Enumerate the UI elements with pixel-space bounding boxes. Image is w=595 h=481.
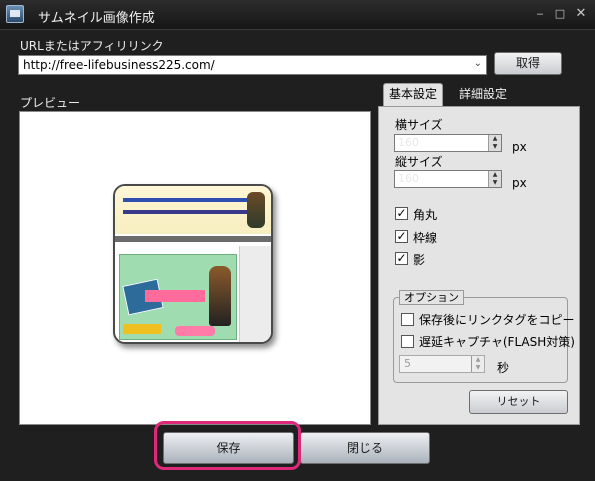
options-title: オプション [399, 290, 464, 305]
title-bar: サムネイル画像作成 ‒ □ ✕ [0, 0, 595, 30]
close-button[interactable]: 閉じる [300, 432, 430, 464]
delay-capture-label: 遅延キャプチャ(FLASH対策) [419, 335, 575, 349]
thumbnail-character [247, 192, 265, 228]
thumbnail-image [113, 184, 273, 344]
border-checkbox[interactable]: ✓ [395, 230, 408, 243]
close-window-button[interactable]: ✕ [574, 6, 588, 22]
reset-button[interactable]: リセット [469, 390, 568, 414]
width-unit: px [512, 140, 527, 154]
width-spin-arrows[interactable]: ▲ ▼ [488, 135, 501, 151]
height-unit: px [512, 176, 527, 190]
rounded-checkbox[interactable]: ✓ [395, 207, 408, 220]
url-label: URLまたはアフィリリンク [20, 39, 164, 53]
height-stepper[interactable]: 160 ▲ ▼ [394, 170, 502, 188]
chevron-down-icon[interactable]: ⌄ [474, 57, 482, 71]
thumbnail-girl [209, 266, 231, 326]
fetch-button[interactable]: 取得 [494, 52, 562, 75]
app-icon [6, 5, 24, 23]
shadow-label: 影 [413, 253, 426, 267]
url-input-value[interactable]: http://free-lifebusiness225.com/ [23, 58, 215, 72]
height-label: 縦サイズ [395, 155, 443, 169]
delay-unit: 秒 [497, 361, 510, 375]
window-title: サムネイル画像作成 [38, 11, 155, 26]
maximize-button[interactable]: □ [553, 6, 567, 22]
thumbnail-sidebar [239, 246, 271, 342]
width-stepper[interactable]: 160 ▲ ▼ [394, 134, 502, 152]
minimize-button[interactable]: ‒ [533, 6, 547, 22]
thumbnail-promo-title [145, 290, 205, 302]
width-label: 横サイズ [395, 118, 443, 132]
preview-pane [19, 111, 371, 425]
thumbnail-banner-text [123, 198, 253, 214]
delay-value[interactable]: 5 [404, 357, 411, 370]
shadow-checkbox[interactable]: ✓ [395, 252, 408, 265]
copy-link-label: 保存後にリンクタグをコピー [419, 313, 575, 327]
url-combobox[interactable]: http://free-lifebusiness225.com/ ⌄ [18, 55, 487, 75]
rounded-label: 角丸 [413, 208, 438, 222]
width-value[interactable]: 160 [398, 136, 419, 149]
copy-link-checkbox[interactable] [401, 313, 414, 326]
height-value[interactable]: 160 [398, 172, 419, 185]
delay-capture-checkbox[interactable] [401, 335, 414, 348]
thumbnail-nav [115, 236, 271, 242]
preview-label: プレビュー [20, 96, 81, 110]
delay-spin-arrows[interactable]: ▲ ▼ [471, 356, 484, 372]
tab-detail-settings[interactable]: 詳細設定 [448, 84, 518, 106]
height-spin-arrows[interactable]: ▲ ▼ [488, 171, 501, 187]
thumbnail-button-2 [175, 326, 215, 336]
save-button-highlight [154, 421, 301, 470]
thumbnail-button-1 [123, 324, 161, 334]
tab-basic-settings[interactable]: 基本設定 [383, 83, 443, 107]
border-label: 枠線 [413, 231, 438, 245]
delay-stepper[interactable]: 5 ▲ ▼ [399, 355, 485, 373]
